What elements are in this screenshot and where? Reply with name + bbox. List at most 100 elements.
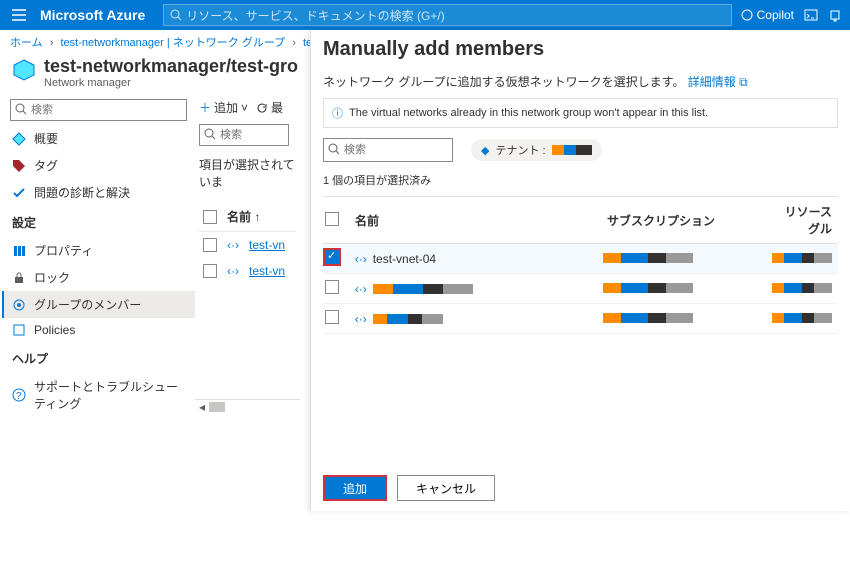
copilot-label: Copilot	[757, 8, 794, 22]
brand-logo: Microsoft Azure	[40, 7, 145, 23]
vnet-icon: ‹·›	[355, 312, 367, 326]
refresh-label: 最	[271, 99, 283, 116]
panel-row-checkbox[interactable]	[325, 280, 339, 294]
row-checkbox[interactable]	[203, 264, 217, 278]
section-help: ヘルプ	[2, 342, 195, 369]
panel-row-checkbox[interactable]	[325, 310, 339, 324]
panel-description: ネットワーク グループに追加する仮想ネットワークを選択します。 詳細情報 ⧉	[323, 73, 838, 90]
search-icon	[328, 143, 340, 155]
global-search-placeholder: リソース、サービス、ドキュメントの検索 (G+/)	[186, 7, 444, 24]
panel-row-checkbox[interactable]	[325, 250, 339, 264]
diagnose-icon	[12, 186, 26, 200]
refresh-icon	[256, 102, 268, 114]
panel-row-name: test-vnet-04	[373, 252, 436, 266]
refresh-button[interactable]: 最	[256, 99, 283, 116]
panel-row-name	[373, 284, 473, 294]
subscription-value	[603, 313, 693, 323]
resource-type-icon	[10, 56, 38, 84]
sidebar-item-locks[interactable]: ロック	[2, 264, 195, 291]
tenant-filter[interactable]: ◆ テナント :	[471, 139, 602, 161]
cloud-shell-button[interactable]	[804, 8, 818, 22]
hamburger-menu[interactable]	[8, 4, 30, 26]
sidebar-item-policies[interactable]: Policies	[2, 318, 195, 342]
sidebar-item-overview[interactable]: 概要	[2, 125, 195, 152]
external-link-icon: ⧉	[739, 75, 748, 89]
rg-value	[772, 313, 832, 323]
vnet-icon: ‹·›	[227, 264, 239, 278]
search-icon	[170, 9, 182, 21]
tenant-label: テナント :	[495, 142, 545, 158]
vnet-icon: ‹·›	[227, 238, 239, 252]
horizontal-scrollbar[interactable]: ◂	[195, 399, 300, 413]
rg-value	[772, 253, 832, 263]
tenant-value	[552, 145, 592, 155]
panel-title: Manually add members	[323, 38, 838, 61]
detail-link[interactable]: 詳細情報 ⧉	[688, 75, 748, 89]
sidebar-item-label: Policies	[34, 323, 75, 337]
sidebar-item-diagnose[interactable]: 問題の診断と解決	[2, 179, 195, 206]
table-row[interactable]: ‹·› test-vn	[199, 258, 296, 284]
overview-icon	[12, 132, 26, 146]
copilot-button[interactable]: Copilot	[740, 8, 794, 22]
sidebar-item-members[interactable]: グループのメンバー	[2, 291, 195, 318]
subscription-value	[603, 253, 693, 263]
selected-count: 1 個の項目が選択済み	[323, 172, 838, 188]
properties-icon	[12, 244, 26, 258]
support-icon: ?	[12, 388, 26, 402]
panel-row[interactable]: ‹·›	[323, 304, 838, 334]
search-icon	[204, 128, 216, 140]
page-subtitle: Network manager	[44, 77, 298, 89]
svg-text:?: ?	[16, 391, 22, 402]
cloud-shell-icon	[804, 8, 818, 22]
col-resource-group[interactable]: リソース グル	[779, 203, 836, 237]
sidebar-item-label: タグ	[34, 157, 58, 174]
sidebar-item-support[interactable]: ? サポートとトラブルシューティング	[2, 373, 195, 417]
subscription-value	[603, 283, 693, 293]
sidebar-item-label: 問題の診断と解決	[34, 184, 130, 201]
table-row[interactable]: ‹·› test-vn	[199, 232, 296, 258]
notification-icon	[828, 8, 842, 22]
col-name[interactable]: 名前	[355, 212, 595, 229]
select-all-checkbox[interactable]	[203, 210, 217, 224]
section-settings: 設定	[2, 206, 195, 233]
panel-select-all-checkbox[interactable]	[325, 212, 339, 226]
search-icon	[15, 103, 27, 115]
plus-icon: ＋	[199, 99, 211, 116]
copilot-icon	[740, 8, 754, 22]
global-search[interactable]: リソース、サービス、ドキュメントの検索 (G+/)	[163, 4, 731, 26]
sidebar-item-properties[interactable]: プロパティ	[2, 237, 195, 264]
rg-value	[772, 283, 832, 293]
sidebar-item-label: プロパティ	[34, 242, 93, 259]
add-label: 追加	[214, 99, 238, 116]
sidebar-item-label: ロック	[34, 269, 70, 286]
col-subscription[interactable]: サブスクリプション	[607, 212, 767, 229]
breadcrumb-item[interactable]: ホーム	[10, 37, 43, 49]
tenant-icon: ◆	[481, 144, 489, 157]
row-checkbox[interactable]	[203, 238, 217, 252]
panel-search-input[interactable]	[323, 138, 453, 162]
policies-icon	[12, 323, 26, 337]
add-button[interactable]: ＋ 追加 ˅	[199, 99, 248, 116]
scroll-thumb[interactable]	[209, 402, 225, 412]
panel-row[interactable]: ‹·› test-vnet-04	[323, 244, 838, 274]
notifications-button[interactable]	[828, 8, 842, 22]
vnet-icon: ‹·›	[355, 252, 367, 266]
info-text: The virtual networks already in this net…	[349, 107, 708, 119]
cancel-button[interactable]: キャンセル	[397, 475, 495, 501]
selection-message: 項目が選択されていま	[199, 150, 296, 196]
panel-row[interactable]: ‹·›	[323, 274, 838, 304]
row-name-link[interactable]: test-vn	[249, 238, 285, 252]
sidebar-item-label: サポートとトラブルシューティング	[34, 378, 185, 412]
info-icon: ⓘ	[332, 105, 343, 121]
sidebar-item-tags[interactable]: タグ	[2, 152, 195, 179]
vnet-icon: ‹·›	[355, 282, 367, 296]
lock-icon	[12, 271, 26, 285]
members-icon	[12, 298, 26, 312]
info-bar: ⓘ The virtual networks already in this n…	[323, 98, 838, 128]
add-button[interactable]: 追加	[323, 475, 387, 501]
scroll-left-arrow[interactable]: ◂	[195, 400, 209, 414]
row-name-link[interactable]: test-vn	[249, 264, 285, 278]
column-name-header[interactable]: 名前 ↑	[227, 208, 292, 225]
breadcrumb-item[interactable]: test-networkmanager | ネットワーク グループ	[60, 37, 285, 49]
side-search-input[interactable]	[10, 99, 187, 121]
